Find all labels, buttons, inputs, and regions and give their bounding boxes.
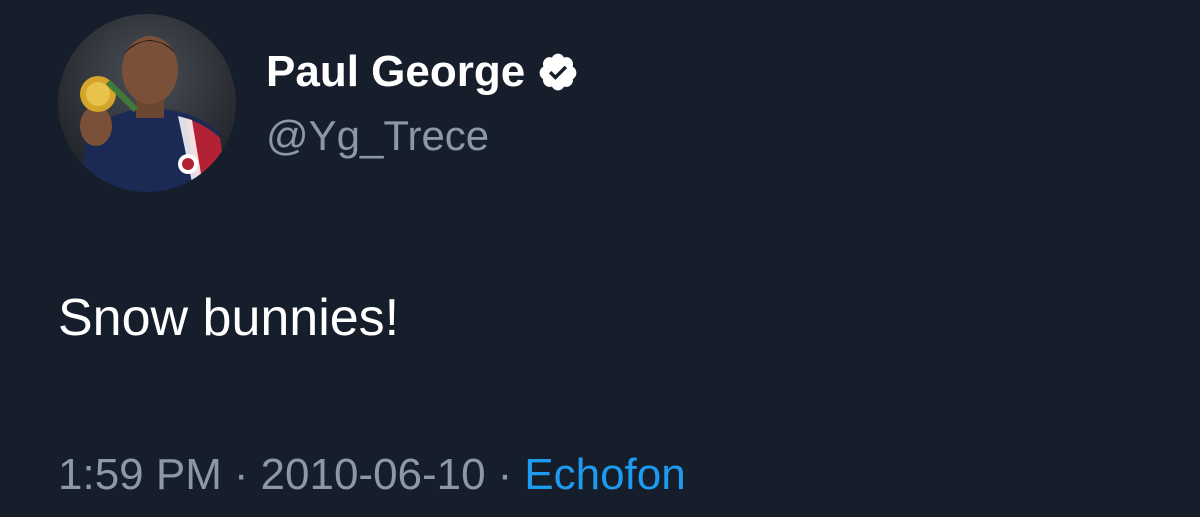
tweet-source-link[interactable]: Echofon (524, 450, 685, 499)
meta-separator: · (233, 450, 249, 499)
avatar-photo (58, 14, 236, 192)
author-avatar[interactable] (58, 14, 236, 192)
author-handle[interactable]: @Yg_Trece (266, 111, 489, 161)
tweet-card: Paul George @Yg_Trece Snow bunnies! 1:59… (0, 0, 1200, 517)
tweet-meta: 1:59 PM · 2010-06-10 · Echofon (58, 448, 686, 502)
tweet-text: Snow bunnies! (58, 289, 400, 347)
tweet-time[interactable]: 1:59 PM (58, 450, 222, 499)
author-name-row[interactable]: Paul George (266, 46, 579, 98)
author-display-name[interactable]: Paul George (266, 46, 525, 98)
tweet-date[interactable]: 2010-06-10 (261, 450, 486, 499)
meta-separator: · (497, 450, 513, 499)
verified-badge-icon (537, 51, 579, 93)
